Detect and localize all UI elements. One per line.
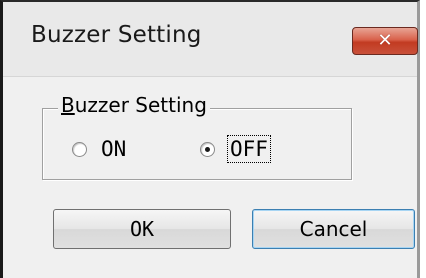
radio-off-label[interactable]: OFF	[227, 135, 271, 163]
radio-off[interactable]: OFF	[200, 135, 271, 163]
close-button[interactable]: ✕	[352, 27, 418, 55]
cancel-button[interactable]: Cancel	[252, 209, 415, 249]
radio-on[interactable]: ON	[72, 136, 126, 162]
close-icon: ✕	[377, 30, 393, 51]
ok-button[interactable]: OK	[53, 209, 231, 249]
legend-text: uzzer Setting	[74, 93, 207, 117]
buzzer-setting-dialog: Buzzer Setting ✕ Buzzer Setting ON OFF O…	[0, 0, 420, 278]
title-bar[interactable]: Buzzer Setting ✕	[3, 2, 418, 77]
window-title: Buzzer Setting	[31, 22, 202, 48]
legend-mnemonic: B	[61, 93, 75, 117]
radio-on-label[interactable]: ON	[101, 137, 126, 161]
group-legend: Buzzer Setting	[58, 93, 210, 117]
radio-off-circle[interactable]	[200, 141, 215, 157]
radio-on-circle[interactable]	[72, 141, 87, 157]
